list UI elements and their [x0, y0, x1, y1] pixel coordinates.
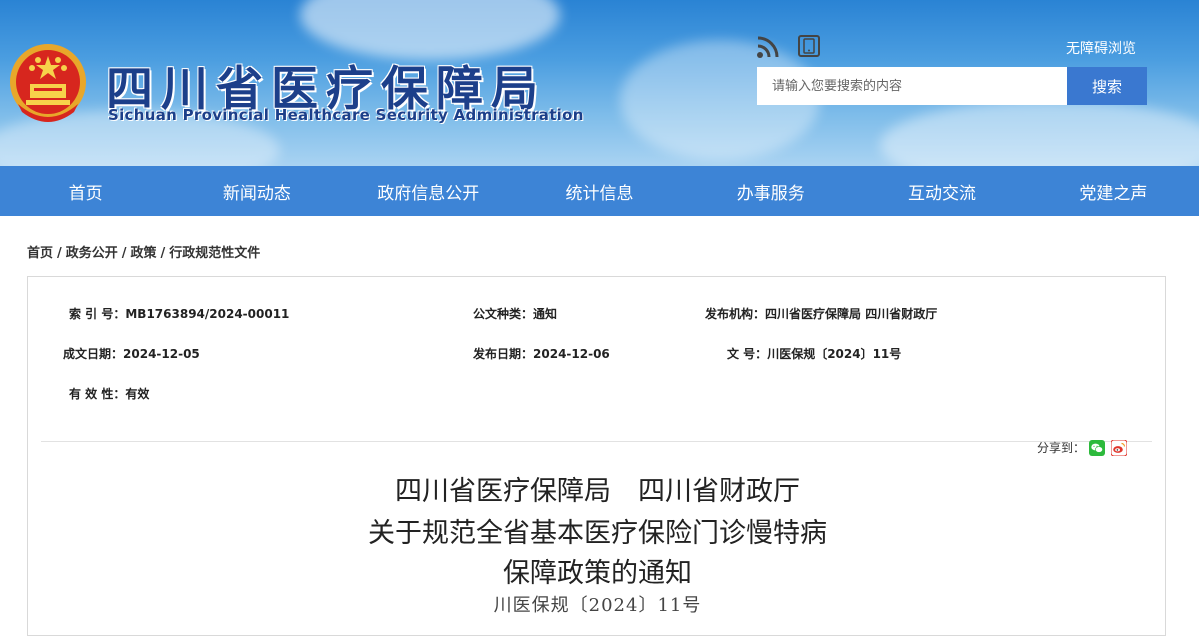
meta-issuer-label: 发布机构： [705, 307, 766, 321]
meta-validity-label: 有 效 性： [69, 387, 126, 401]
site-header: 四川省医疗保障局 Sichuan Provincial Healthcare S… [0, 0, 1199, 166]
nav-item-statistics[interactable]: 统计信息 [514, 166, 685, 216]
accessibility-link[interactable]: 无障碍浏览 [1066, 38, 1136, 58]
weibo-icon[interactable] [1111, 439, 1128, 456]
nav-item-news[interactable]: 新闻动态 [171, 166, 342, 216]
doc-title-line-1: 四川省医疗保障局 四川省财政厅 [395, 476, 800, 507]
site-title-en: Sichuan Provincial Healthcare Security A… [108, 106, 584, 124]
breadcrumb-separator: / [121, 246, 127, 261]
share-bar: 分享到： [1037, 439, 1128, 456]
nav-item-gov-info[interactable]: 政府信息公开 [343, 166, 514, 216]
search-button[interactable]: 搜索 [1067, 67, 1147, 105]
doc-title-line-3: 保障政策的通知 [503, 558, 692, 589]
meta-docno-label: 文 号： [727, 347, 768, 361]
nav-item-services[interactable]: 办事服务 [685, 166, 856, 216]
meta-created: 成文日期：2024-12-05 [63, 345, 200, 362]
breadcrumb-home[interactable]: 首页 [27, 246, 53, 261]
meta-type: 公文种类：通知 [473, 305, 557, 322]
nav-item-interaction[interactable]: 互动交流 [856, 166, 1027, 216]
meta-docno-value: 川医保规〔2024〕11号 [767, 347, 902, 361]
doc-title-line-2: 关于规范全省基本医疗保险门诊慢特病 [368, 518, 827, 549]
meta-validity-value: 有效 [125, 387, 150, 401]
doc-number: 川医保规〔2024〕11号 [493, 595, 702, 616]
divider [41, 441, 1152, 442]
breadcrumb-policy[interactable]: 政策 [131, 246, 157, 261]
meta-type-value: 通知 [533, 307, 558, 321]
main-nav: 首页 新闻动态 政府信息公开 统计信息 办事服务 互动交流 党建之声 [0, 166, 1199, 216]
breadcrumb-gov-affairs[interactable]: 政务公开 [66, 246, 118, 261]
national-emblem-icon [10, 44, 86, 122]
wechat-icon[interactable] [1089, 439, 1106, 456]
meta-issuer-value: 四川省医疗保障局 四川省财政厅 [765, 307, 938, 321]
search-input[interactable] [757, 67, 1067, 105]
meta-validity: 有 效 性：有效 [69, 385, 149, 402]
cloud-decoration [880, 100, 1199, 166]
share-label: 分享到： [1037, 441, 1086, 455]
rss-icon[interactable] [756, 35, 780, 59]
mobile-icon[interactable] [797, 34, 821, 58]
meta-published-value: 2024-12-06 [533, 347, 610, 361]
meta-index-value: MB1763894/2024-00011 [125, 307, 290, 321]
meta-index: 索 引 号：MB1763894/2024-00011 [69, 305, 289, 322]
meta-issuer: 发布机构：四川省医疗保障局 四川省财政厅 [705, 305, 937, 322]
meta-docno: 文 号：川医保规〔2024〕11号 [727, 345, 901, 362]
nav-item-party[interactable]: 党建之声 [1028, 166, 1199, 216]
breadcrumb: 首页 / 政务公开 / 政策 / 行政规范性文件 [27, 242, 260, 261]
breadcrumb-separator: / [160, 246, 166, 261]
document-panel: 索 引 号：MB1763894/2024-00011 公文种类：通知 发布机构：… [27, 276, 1166, 636]
nav-item-home[interactable]: 首页 [0, 166, 171, 216]
meta-published: 发布日期：2024-12-06 [473, 345, 610, 362]
meta-published-label: 发布日期： [473, 347, 534, 361]
breadcrumb-current[interactable]: 行政规范性文件 [169, 246, 260, 261]
meta-created-label: 成文日期： [63, 347, 124, 361]
meta-created-value: 2024-12-05 [123, 347, 200, 361]
breadcrumb-separator: / [57, 246, 62, 261]
meta-index-label: 索 引 号： [69, 307, 126, 321]
meta-type-label: 公文种类： [473, 307, 534, 321]
